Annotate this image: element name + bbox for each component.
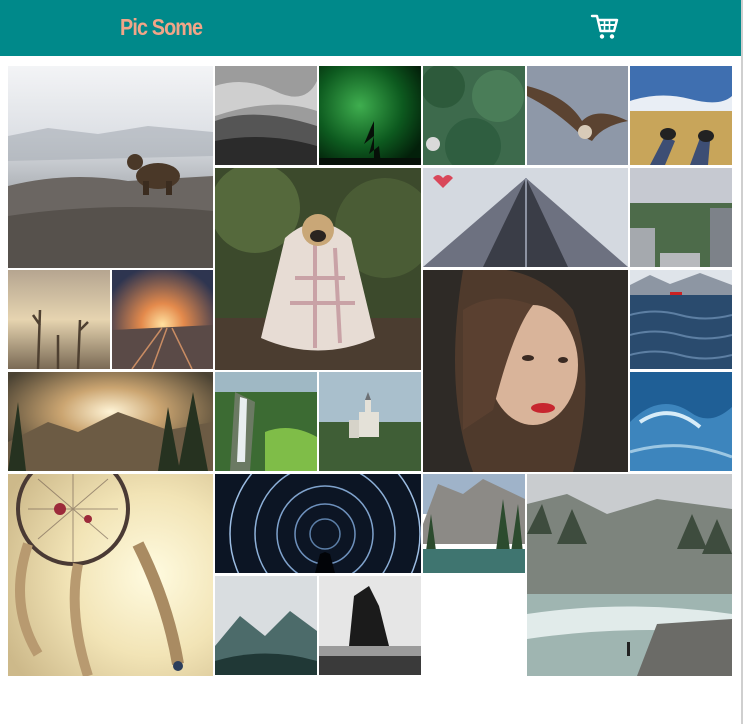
photo-misty-mountain[interactable] [215,576,317,675]
photo-ocean-wave[interactable] [630,372,732,471]
photo-canyon-lake[interactable] [423,474,525,573]
shopping-cart-icon[interactable] [590,12,620,42]
photo-misty-river[interactable] [527,474,732,676]
photo-pug-in-blanket[interactable] [215,168,421,370]
photo-foggy-dead-trees[interactable] [8,270,110,369]
photo-misty-forest-bw[interactable] [215,66,317,165]
photo-city-park[interactable] [630,168,732,267]
photo-star-trails[interactable] [215,474,421,573]
photo-green-aurora[interactable] [319,66,421,165]
photo-sunset-railway[interactable] [112,270,213,369]
photo-dreamcatcher[interactable] [8,474,213,676]
photo-bear[interactable] [8,66,213,268]
photo-eagle[interactable] [527,66,628,165]
photo-woman-portrait[interactable] [423,270,628,472]
photo-waterfall[interactable] [215,372,317,471]
photo-castle[interactable] [319,372,421,471]
top-nav-bar: Pic Some [0,0,741,56]
photo-feet-in-field[interactable] [630,66,732,165]
photo-sea-stack[interactable] [319,576,421,675]
photo-skyscraper[interactable] [423,168,628,267]
photo-mountain-sunrise[interactable] [8,372,213,471]
brand-logo-link[interactable]: Pic Some [120,14,203,41]
photo-lake-waves[interactable] [630,270,732,369]
photo-pine-tree-aerial[interactable] [423,66,525,165]
